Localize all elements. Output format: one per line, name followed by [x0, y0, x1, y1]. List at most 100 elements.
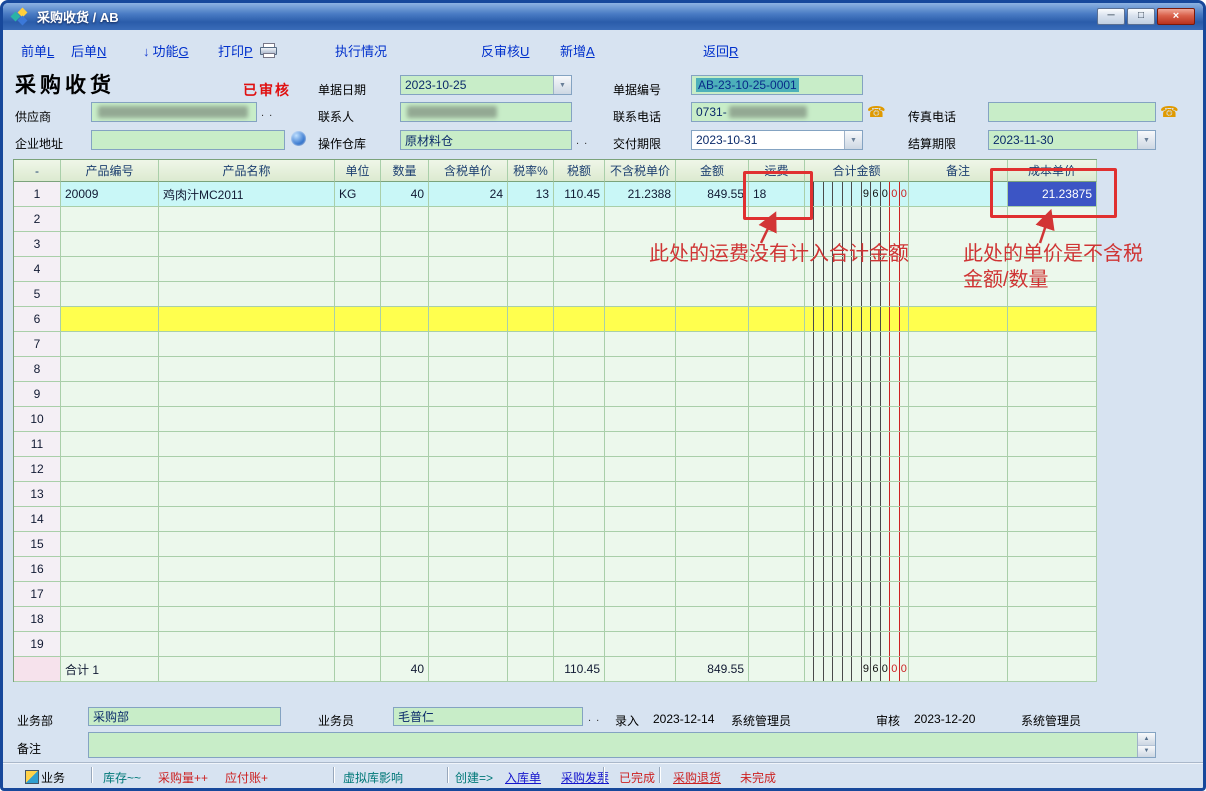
- cell-tax_rate[interactable]: [508, 632, 554, 657]
- row-number-cell[interactable]: 17: [14, 582, 61, 607]
- cell-amount[interactable]: [676, 382, 749, 407]
- row-number-cell[interactable]: 16: [14, 557, 61, 582]
- back-button[interactable]: 返回R: [703, 41, 738, 60]
- fax-field[interactable]: [988, 102, 1156, 122]
- contact-field[interactable]: [400, 102, 572, 122]
- cell-remark[interactable]: [909, 332, 1008, 357]
- cell-amount[interactable]: [676, 582, 749, 607]
- cell-tax[interactable]: [554, 457, 605, 482]
- cell-cost_price[interactable]: [1008, 382, 1097, 407]
- cell-total-amount[interactable]: [805, 482, 909, 507]
- cell-tax_rate[interactable]: [508, 382, 554, 407]
- row-number-cell[interactable]: 19: [14, 632, 61, 657]
- cell-tax[interactable]: [554, 257, 605, 282]
- print-preview-button[interactable]: [260, 41, 277, 57]
- cell-unit[interactable]: [335, 432, 381, 457]
- cell-unit[interactable]: [335, 557, 381, 582]
- cell-total-amount[interactable]: [805, 407, 909, 432]
- cell-remark[interactable]: [909, 307, 1008, 332]
- cell-tax_rate[interactable]: [508, 532, 554, 557]
- cell-tax[interactable]: [554, 232, 605, 257]
- cell-tax_rate[interactable]: [508, 282, 554, 307]
- unaudit-button[interactable]: 反审核U: [481, 41, 529, 60]
- cell-total-amount[interactable]: [805, 607, 909, 632]
- cell-tax[interactable]: [554, 382, 605, 407]
- cell-qty[interactable]: [381, 407, 429, 432]
- cell-remark[interactable]: [909, 382, 1008, 407]
- cell-unit[interactable]: [335, 582, 381, 607]
- remark-scroll-down-button[interactable]: ▼: [1138, 746, 1155, 758]
- cell-price_tax[interactable]: [429, 307, 508, 332]
- cell-remark[interactable]: [909, 482, 1008, 507]
- cell-remark[interactable]: [909, 432, 1008, 457]
- cell-total-amount[interactable]: [805, 582, 909, 607]
- purchase-return-link[interactable]: 采购退货: [673, 769, 721, 786]
- cell-price_no_tax[interactable]: [605, 482, 676, 507]
- cell-total-amount[interactable]: [805, 432, 909, 457]
- cell-product_code[interactable]: [61, 582, 159, 607]
- cell-price_no_tax[interactable]: [605, 307, 676, 332]
- cell-price_tax[interactable]: [429, 632, 508, 657]
- cell-tax[interactable]: [554, 407, 605, 432]
- cell-freight[interactable]: [749, 207, 805, 232]
- cell-freight[interactable]: [749, 357, 805, 382]
- purchase-qty-link[interactable]: 采购量++: [158, 769, 208, 786]
- cell-price_tax[interactable]: [429, 532, 508, 557]
- cell-qty[interactable]: [381, 532, 429, 557]
- cell-freight[interactable]: [749, 557, 805, 582]
- remark-field[interactable]: ▲ ▼: [88, 732, 1156, 758]
- cell-freight[interactable]: [749, 432, 805, 457]
- cell-qty[interactable]: [381, 207, 429, 232]
- cell-price_tax[interactable]: [429, 607, 508, 632]
- cell-amount[interactable]: [676, 207, 749, 232]
- warehouse-field[interactable]: 原材料仓: [400, 130, 572, 150]
- cell-product_name[interactable]: [159, 382, 335, 407]
- cell-price_tax[interactable]: [429, 382, 508, 407]
- cell-product_name[interactable]: [159, 232, 335, 257]
- cell-qty[interactable]: [381, 232, 429, 257]
- cell-tax_rate[interactable]: [508, 407, 554, 432]
- row-number-cell[interactable]: 4: [14, 257, 61, 282]
- cell-unit[interactable]: [335, 232, 381, 257]
- cell-price_no_tax[interactable]: [605, 357, 676, 382]
- cell-freight[interactable]: [749, 482, 805, 507]
- cell-amount[interactable]: [676, 632, 749, 657]
- cell-cost_price[interactable]: [1008, 307, 1097, 332]
- cell-product_name[interactable]: [159, 257, 335, 282]
- salesman-lookup-button[interactable]: . .: [588, 712, 600, 724]
- row-number-cell[interactable]: 7: [14, 332, 61, 357]
- cell-price_no_tax[interactable]: [605, 557, 676, 582]
- minimize-button[interactable]: ─: [1097, 8, 1125, 25]
- cell-product_code[interactable]: [61, 507, 159, 532]
- cell-cost_price[interactable]: [1008, 557, 1097, 582]
- cell-remark[interactable]: [909, 507, 1008, 532]
- cell-cost_price[interactable]: [1008, 632, 1097, 657]
- stock-link[interactable]: 库存~~: [103, 769, 141, 786]
- settle-deadline-field[interactable]: 2023-11-30 ▼: [988, 130, 1156, 150]
- cell-product_name[interactable]: [159, 607, 335, 632]
- row-number-cell[interactable]: 6: [14, 307, 61, 332]
- cell-freight[interactable]: [749, 607, 805, 632]
- cell-total-amount[interactable]: 96000: [805, 182, 909, 207]
- execution-status-button[interactable]: 执行情况: [335, 41, 387, 60]
- cell-unit[interactable]: [335, 632, 381, 657]
- row-number-cell[interactable]: 10: [14, 407, 61, 432]
- row-number-cell[interactable]: 5: [14, 282, 61, 307]
- cell-unit[interactable]: [335, 532, 381, 557]
- inbound-order-link[interactable]: 入库单: [505, 769, 541, 786]
- cell-product_name[interactable]: [159, 432, 335, 457]
- cell-freight[interactable]: [749, 307, 805, 332]
- cell-price_no_tax[interactable]: [605, 382, 676, 407]
- cell-cost_price[interactable]: [1008, 607, 1097, 632]
- cell-total-amount[interactable]: [805, 307, 909, 332]
- cell-remark[interactable]: [909, 182, 1008, 207]
- cell-tax[interactable]: [554, 632, 605, 657]
- cell-cost_price[interactable]: [1008, 582, 1097, 607]
- cell-tax[interactable]: [554, 557, 605, 582]
- cell-amount[interactable]: [676, 607, 749, 632]
- cell-tax_rate[interactable]: 13: [508, 182, 554, 207]
- cell-remark[interactable]: [909, 532, 1008, 557]
- row-number-cell[interactable]: 12: [14, 457, 61, 482]
- row-number-cell[interactable]: 8: [14, 357, 61, 382]
- cell-price_tax[interactable]: [429, 507, 508, 532]
